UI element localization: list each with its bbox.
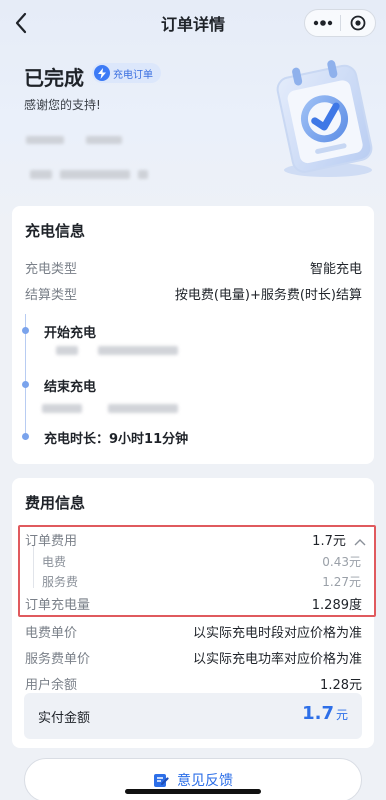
charging-info-title: 充电信息 — [25, 222, 86, 240]
user-balance-label: 用户余额 — [25, 678, 78, 693]
fee-info-card: 费用信息 订单费用 1.7元 电费 0.43元 服务费 1.27元 订单充电量 … — [12, 478, 376, 748]
settlement-type-label: 结算类型 — [25, 288, 78, 303]
charging-type-value: 智能充电 — [309, 262, 362, 277]
chevron-left-icon — [15, 12, 27, 34]
redacted-text — [56, 346, 78, 355]
timeline-dot — [22, 381, 29, 388]
start-charging-label: 开始充电 — [44, 326, 97, 341]
service-fee-value: 1.27元 — [322, 575, 361, 589]
service-price-value: 以实际充电功率对应价格为准 — [192, 652, 362, 667]
paid-amount-label: 实付金额 — [38, 711, 91, 726]
redacted-text — [60, 170, 130, 179]
order-status: 已完成 — [24, 66, 84, 90]
target-close-icon — [350, 15, 366, 31]
paid-amount-number: 1.7 — [302, 703, 334, 724]
electricity-fee-label: 电费 — [42, 555, 67, 569]
service-price-label: 服务费单价 — [25, 652, 91, 667]
fee-info-title: 费用信息 — [25, 494, 86, 512]
edit-note-icon — [154, 774, 169, 787]
redacted-text — [98, 346, 178, 355]
calendar-check-illustration — [276, 60, 373, 177]
thanks-message: 感谢您的支持! — [24, 98, 101, 112]
paid-amount-unit: 元 — [335, 708, 348, 722]
redacted-text — [30, 170, 52, 179]
redacted-text — [108, 404, 178, 413]
paid-amount-box: 实付金额 1.7 元 — [24, 693, 362, 739]
order-energy-value: 1.289度 — [311, 598, 362, 613]
electricity-price-value: 以实际充电时段对应价格为准 — [192, 626, 362, 641]
redacted-text — [42, 404, 82, 413]
charging-duration: 充电时长：9小时11分钟 — [44, 432, 189, 447]
page-title: 订单详情 — [160, 15, 225, 34]
user-balance-value: 1.28元 — [320, 678, 362, 693]
redacted-text — [86, 136, 122, 144]
electricity-fee-value: 0.43元 — [322, 555, 361, 569]
redacted-text — [26, 136, 64, 144]
service-fee-label: 服务费 — [42, 575, 79, 589]
navigation-bar: 订单详情 — [0, 0, 386, 46]
more-dots-icon — [313, 20, 332, 26]
paid-amount-value: 1.7 元 — [302, 703, 348, 724]
charging-info-card: 充电信息 充电类型 智能充电 结算类型 按电费(电量)+服务费(时长)结算 开始… — [12, 206, 374, 464]
chevron-up-icon — [354, 538, 366, 545]
more-button[interactable] — [305, 10, 340, 36]
home-indicator — [125, 789, 261, 794]
order-energy-label: 订单充电量 — [25, 598, 91, 613]
mini-program-capsule — [304, 9, 376, 37]
close-app-button[interactable] — [341, 10, 375, 36]
lightning-icon — [94, 65, 110, 81]
order-type-badge: 充电订单 — [92, 63, 161, 83]
feedback-label: 意见反馈 — [177, 773, 233, 789]
timeline-dot — [22, 433, 29, 440]
electricity-price-label: 电费单价 — [25, 626, 78, 641]
redacted-text — [138, 170, 148, 179]
end-charging-label: 结束充电 — [44, 380, 97, 395]
timeline-dot — [22, 327, 29, 334]
back-button[interactable] — [8, 10, 34, 36]
order-type-label: 充电订单 — [113, 69, 153, 81]
settlement-type-value: 按电费(电量)+服务费(时长)结算 — [174, 288, 362, 303]
charging-type-label: 充电类型 — [25, 262, 78, 277]
